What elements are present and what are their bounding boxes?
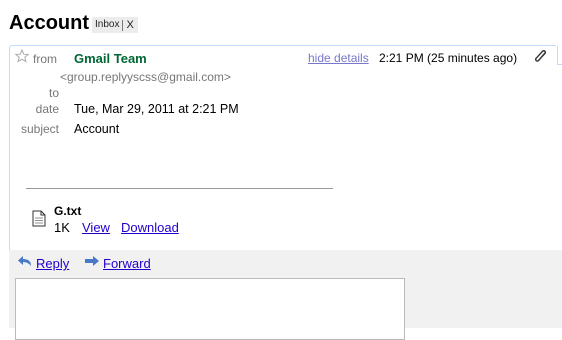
reply-bar: Reply Forward (9, 250, 562, 340)
attachment-divider (26, 188, 333, 189)
attachment-size: 1K (54, 220, 70, 235)
forward-link[interactable]: Forward (103, 256, 151, 271)
to-label: to (48, 86, 59, 100)
label-separator (122, 19, 124, 31)
reply-arrow-icon[interactable] (17, 254, 33, 268)
hide-details-link[interactable]: hide details (308, 51, 369, 65)
forward-arrow-icon[interactable] (84, 254, 100, 268)
page-title: Account (9, 12, 89, 34)
card-edge (557, 46, 562, 65)
download-attachment-link[interactable]: Download (121, 220, 179, 235)
paperclip-icon (534, 50, 547, 62)
from-label: from (33, 52, 57, 66)
remove-label-button[interactable]: X (125, 17, 134, 33)
message-subject: Account (74, 122, 120, 136)
sender-name[interactable]: Gmail Team (74, 51, 147, 66)
message-card: from Gmail Team <group.replyyscss@gmail.… (9, 45, 562, 251)
inbox-label-chip: Inbox X (92, 17, 138, 33)
date-label: date (35, 102, 59, 116)
label-text[interactable]: Inbox (95, 17, 119, 33)
view-attachment-link[interactable]: View (82, 220, 110, 235)
sender-email: <group.replyyscss@gmail.com> (60, 70, 231, 84)
reply-link[interactable]: Reply (36, 256, 69, 271)
reply-box[interactable] (15, 278, 405, 340)
file-icon (32, 210, 46, 227)
attachment-name: G.txt (54, 204, 82, 218)
message-date: Tue, Mar 29, 2011 at 2:21 PM (74, 102, 239, 116)
subject-label: subject (20, 122, 59, 136)
message-time: 2:21 PM (25 minutes ago) (379, 51, 518, 65)
